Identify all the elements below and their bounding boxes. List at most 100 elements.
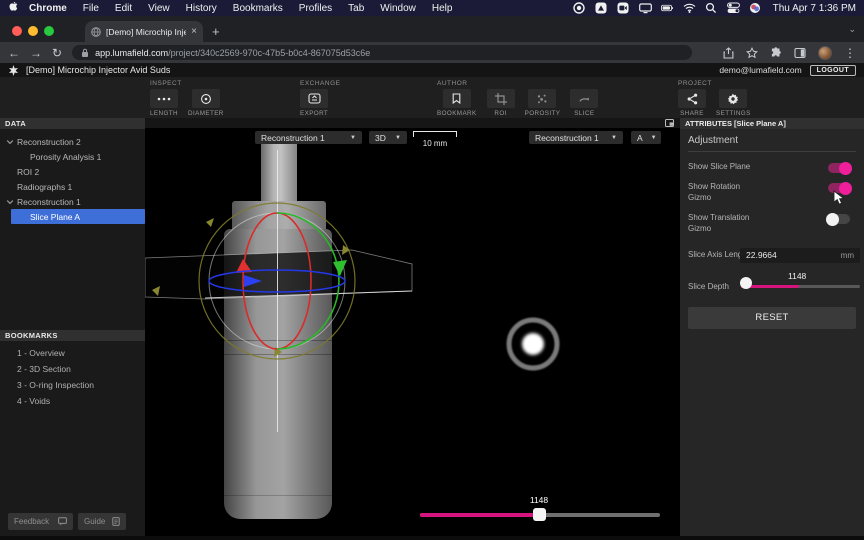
tab-close-icon[interactable]: × xyxy=(191,26,197,37)
menubar-item-window[interactable]: Window xyxy=(372,3,424,14)
guide-button[interactable]: Guide xyxy=(78,513,126,530)
menubar-item-view[interactable]: View xyxy=(140,3,178,14)
share-icon xyxy=(678,89,706,108)
new-tab-button[interactable]: + xyxy=(212,25,220,38)
window-minimize-button[interactable] xyxy=(28,26,38,36)
tab-title: [Demo] Microchip Injector Avid xyxy=(106,27,186,37)
slice-slider-value: 1148 xyxy=(524,495,554,505)
screen: Chrome File Edit View History Bookmarks … xyxy=(0,0,864,540)
share-button[interactable]: SHARE xyxy=(678,89,706,117)
length-button[interactable]: LENGTH xyxy=(150,89,178,117)
menubar-item-help[interactable]: Help xyxy=(424,3,461,14)
bookmark-item-voids[interactable]: 4 - Voids xyxy=(0,393,145,409)
menubar-item-bookmarks[interactable]: Bookmarks xyxy=(225,3,291,14)
group-label: EXCHANGE xyxy=(300,80,340,87)
spotlight-search-icon[interactable] xyxy=(705,2,718,14)
feedback-button[interactable]: Feedback xyxy=(8,513,73,530)
window-bottom-edge xyxy=(0,536,864,540)
dropdown-arrow-icon: ▼ xyxy=(395,135,401,141)
browser-tab[interactable]: [Demo] Microchip Injector Avid × xyxy=(85,21,203,42)
settings-button[interactable]: SETTINGS xyxy=(716,89,751,117)
show-slice-plane-toggle[interactable] xyxy=(828,163,850,173)
bookmark-icon xyxy=(443,89,471,108)
menubar-item-tab[interactable]: Tab xyxy=(340,3,372,14)
length-icon xyxy=(150,89,178,108)
show-rotation-gizmo-row: Show Rotation Gizmo xyxy=(688,182,856,203)
window-close-button[interactable] xyxy=(12,26,22,36)
menubar-item-history[interactable]: History xyxy=(178,3,225,14)
camera-app-icon[interactable] xyxy=(617,2,630,14)
diameter-button[interactable]: DIAMETER xyxy=(188,89,224,117)
window-zoom-button[interactable] xyxy=(44,26,54,36)
control-center-icon[interactable] xyxy=(727,2,740,14)
tab-search-chevron-icon[interactable]: ⌄ xyxy=(848,24,856,35)
tree-item-porosity-analysis-1[interactable]: Porosity Analysis 1 xyxy=(0,149,145,164)
project-title: [Demo] Microchip Injector Avid Suds xyxy=(26,65,170,75)
tree-item-radiographs-1[interactable]: Radiographs 1 xyxy=(0,179,145,194)
bookmarks-section-header: BOOKMARKS xyxy=(0,330,145,341)
slice-slider-handle[interactable] xyxy=(533,508,546,521)
record-status-icon[interactable] xyxy=(573,2,586,14)
siri-status-icon[interactable] xyxy=(749,2,762,14)
menubar-item-edit[interactable]: Edit xyxy=(107,3,140,14)
bookmark-button[interactable]: BOOKMARK xyxy=(437,89,477,117)
dropdown-arrow-icon: ▼ xyxy=(651,135,657,141)
menubar-item-file[interactable]: File xyxy=(75,3,107,14)
roi-button[interactable]: ROI xyxy=(487,89,515,117)
slice-view-core xyxy=(522,333,544,355)
side-panel-icon[interactable] xyxy=(794,47,806,59)
bookmark-item-oring-inspection[interactable]: 3 - O-ring Inspection xyxy=(0,377,145,393)
right-view-source-dropdown[interactable]: Reconstruction 1▼ xyxy=(529,131,623,144)
extensions-puzzle-icon[interactable] xyxy=(770,47,782,59)
profile-avatar[interactable] xyxy=(818,46,832,60)
export-button[interactable]: EXPORT xyxy=(300,89,328,117)
slice-button[interactable]: SLICE xyxy=(570,89,598,117)
wifi-status-icon[interactable] xyxy=(683,2,696,14)
scale-bar-label: 10 mm xyxy=(413,139,457,148)
logout-button[interactable]: LOGOUT xyxy=(810,65,856,76)
account-email: demo@lumafield.com xyxy=(719,65,801,75)
porosity-button[interactable]: POROSITY xyxy=(525,89,561,117)
chrome-menu-icon[interactable]: ⋮ xyxy=(844,47,856,59)
tree-item-slice-plane-a-selected[interactable]: Slice Plane A xyxy=(11,209,145,224)
bookmark-item-overview[interactable]: 1 - Overview xyxy=(0,345,145,361)
diameter-icon xyxy=(192,89,220,108)
chevron-down-icon[interactable] xyxy=(6,198,14,206)
gizmo-tick xyxy=(206,218,214,227)
tree-item-reconstruction-2[interactable]: Reconstruction 2 xyxy=(0,134,145,149)
toggle-knob xyxy=(826,213,839,226)
menubar-clock[interactable]: Thu Apr 7 1:36 PM xyxy=(771,3,856,14)
app-triangle-icon[interactable] xyxy=(595,2,608,14)
app-header: [Demo] Microchip Injector Avid Suds demo… xyxy=(0,63,864,77)
reset-button[interactable]: RESET xyxy=(688,307,856,329)
share-page-icon[interactable] xyxy=(723,47,734,59)
porosity-icon xyxy=(528,89,556,108)
back-button[interactable]: ← xyxy=(8,47,20,59)
tree-item-roi-2[interactable]: ROI 2 xyxy=(0,164,145,179)
group-label: PROJECT xyxy=(678,80,751,87)
slice-depth-value: 1148 xyxy=(788,271,806,281)
slice-axis-length-field[interactable]: 22.9664 mm xyxy=(740,248,860,263)
tree-item-reconstruction-1[interactable]: Reconstruction 1 xyxy=(0,194,145,209)
bookmark-item-3d-section[interactable]: 2 - 3D Section xyxy=(0,361,145,377)
display-status-icon[interactable] xyxy=(639,2,652,14)
slice-axis-length-value: 22.9664 xyxy=(746,250,841,260)
menubar-item-chrome[interactable]: Chrome xyxy=(21,3,75,14)
show-translation-gizmo-toggle[interactable] xyxy=(828,214,850,224)
url-path: /project/340c2569-970c-47b5-b0c4-867075d… xyxy=(168,48,370,58)
chevron-down-icon[interactable] xyxy=(6,138,14,146)
bookmark-star-icon[interactable] xyxy=(746,47,758,59)
address-bar[interactable]: app.lumafield.com/project/340c2569-970c-… xyxy=(72,45,692,60)
left-view-source-dropdown[interactable]: Reconstruction 1▼ xyxy=(255,131,362,144)
slice-depth-slider-track[interactable] xyxy=(741,285,860,288)
right-view-plane-dropdown[interactable]: A▼ xyxy=(631,131,661,144)
forward-button[interactable]: → xyxy=(30,47,42,59)
reload-button[interactable]: ↻ xyxy=(52,47,62,59)
battery-status-icon[interactable] xyxy=(661,2,674,14)
apple-menu-icon[interactable] xyxy=(8,2,21,14)
slice-plane-gizmo[interactable] xyxy=(145,118,680,536)
slice-slider-fill xyxy=(420,513,539,517)
viewport[interactable]: Reconstruction 1▼ 3D▼ 10 mm Reconstructi… xyxy=(145,118,680,536)
left-view-mode-dropdown[interactable]: 3D▼ xyxy=(369,131,407,144)
menubar-item-profiles[interactable]: Profiles xyxy=(291,3,340,14)
